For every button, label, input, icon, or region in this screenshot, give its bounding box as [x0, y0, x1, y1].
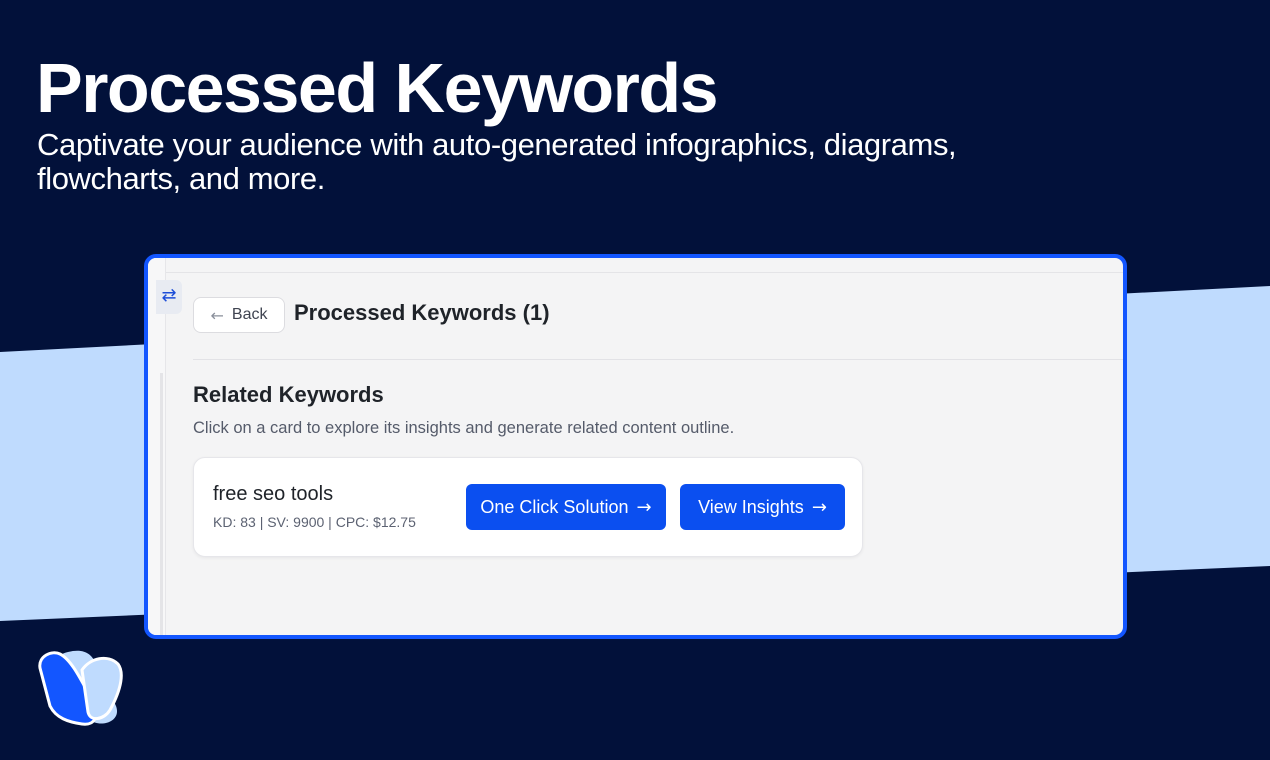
hero-title: Processed Keywords: [36, 49, 719, 127]
hero-subtitle: Captivate your audience with auto-genera…: [37, 127, 957, 196]
brand-logo-icon: [38, 650, 123, 726]
header-divider: [193, 359, 1123, 360]
one-click-solution-button[interactable]: One Click Solution →: [466, 484, 666, 530]
arrow-right-icon: →: [811, 496, 827, 518]
back-button[interactable]: ← Back: [193, 297, 285, 333]
sidebar-rail: [148, 258, 166, 635]
one-click-solution-label: One Click Solution: [480, 496, 629, 517]
swap-arrows-icon: ⇄: [161, 285, 177, 306]
keyword-name: free seo tools: [213, 483, 334, 505]
sidebar-toggle-button[interactable]: ⇄: [156, 280, 182, 314]
arrow-right-icon: →: [636, 496, 652, 518]
app-window: ⇄ ← Back Processed Keywords (1) Related …: [144, 254, 1127, 639]
page-title: Processed Keywords (1): [294, 300, 550, 325]
rail-divider: [160, 373, 163, 635]
keyword-metrics: KD: 83 | SV: 9900 | CPC: $12.75: [213, 514, 416, 530]
back-label: Back: [231, 306, 268, 323]
arrow-left-icon: ←: [210, 305, 224, 325]
section-title: Related Keywords: [193, 382, 384, 407]
top-divider: [166, 272, 1123, 273]
keyword-card[interactable]: free seo tools KD: 83 | SV: 9900 | CPC: …: [193, 457, 863, 557]
view-insights-label: View Insights: [698, 496, 804, 517]
view-insights-button[interactable]: View Insights →: [680, 484, 845, 530]
section-description: Click on a card to explore its insights …: [193, 419, 735, 437]
